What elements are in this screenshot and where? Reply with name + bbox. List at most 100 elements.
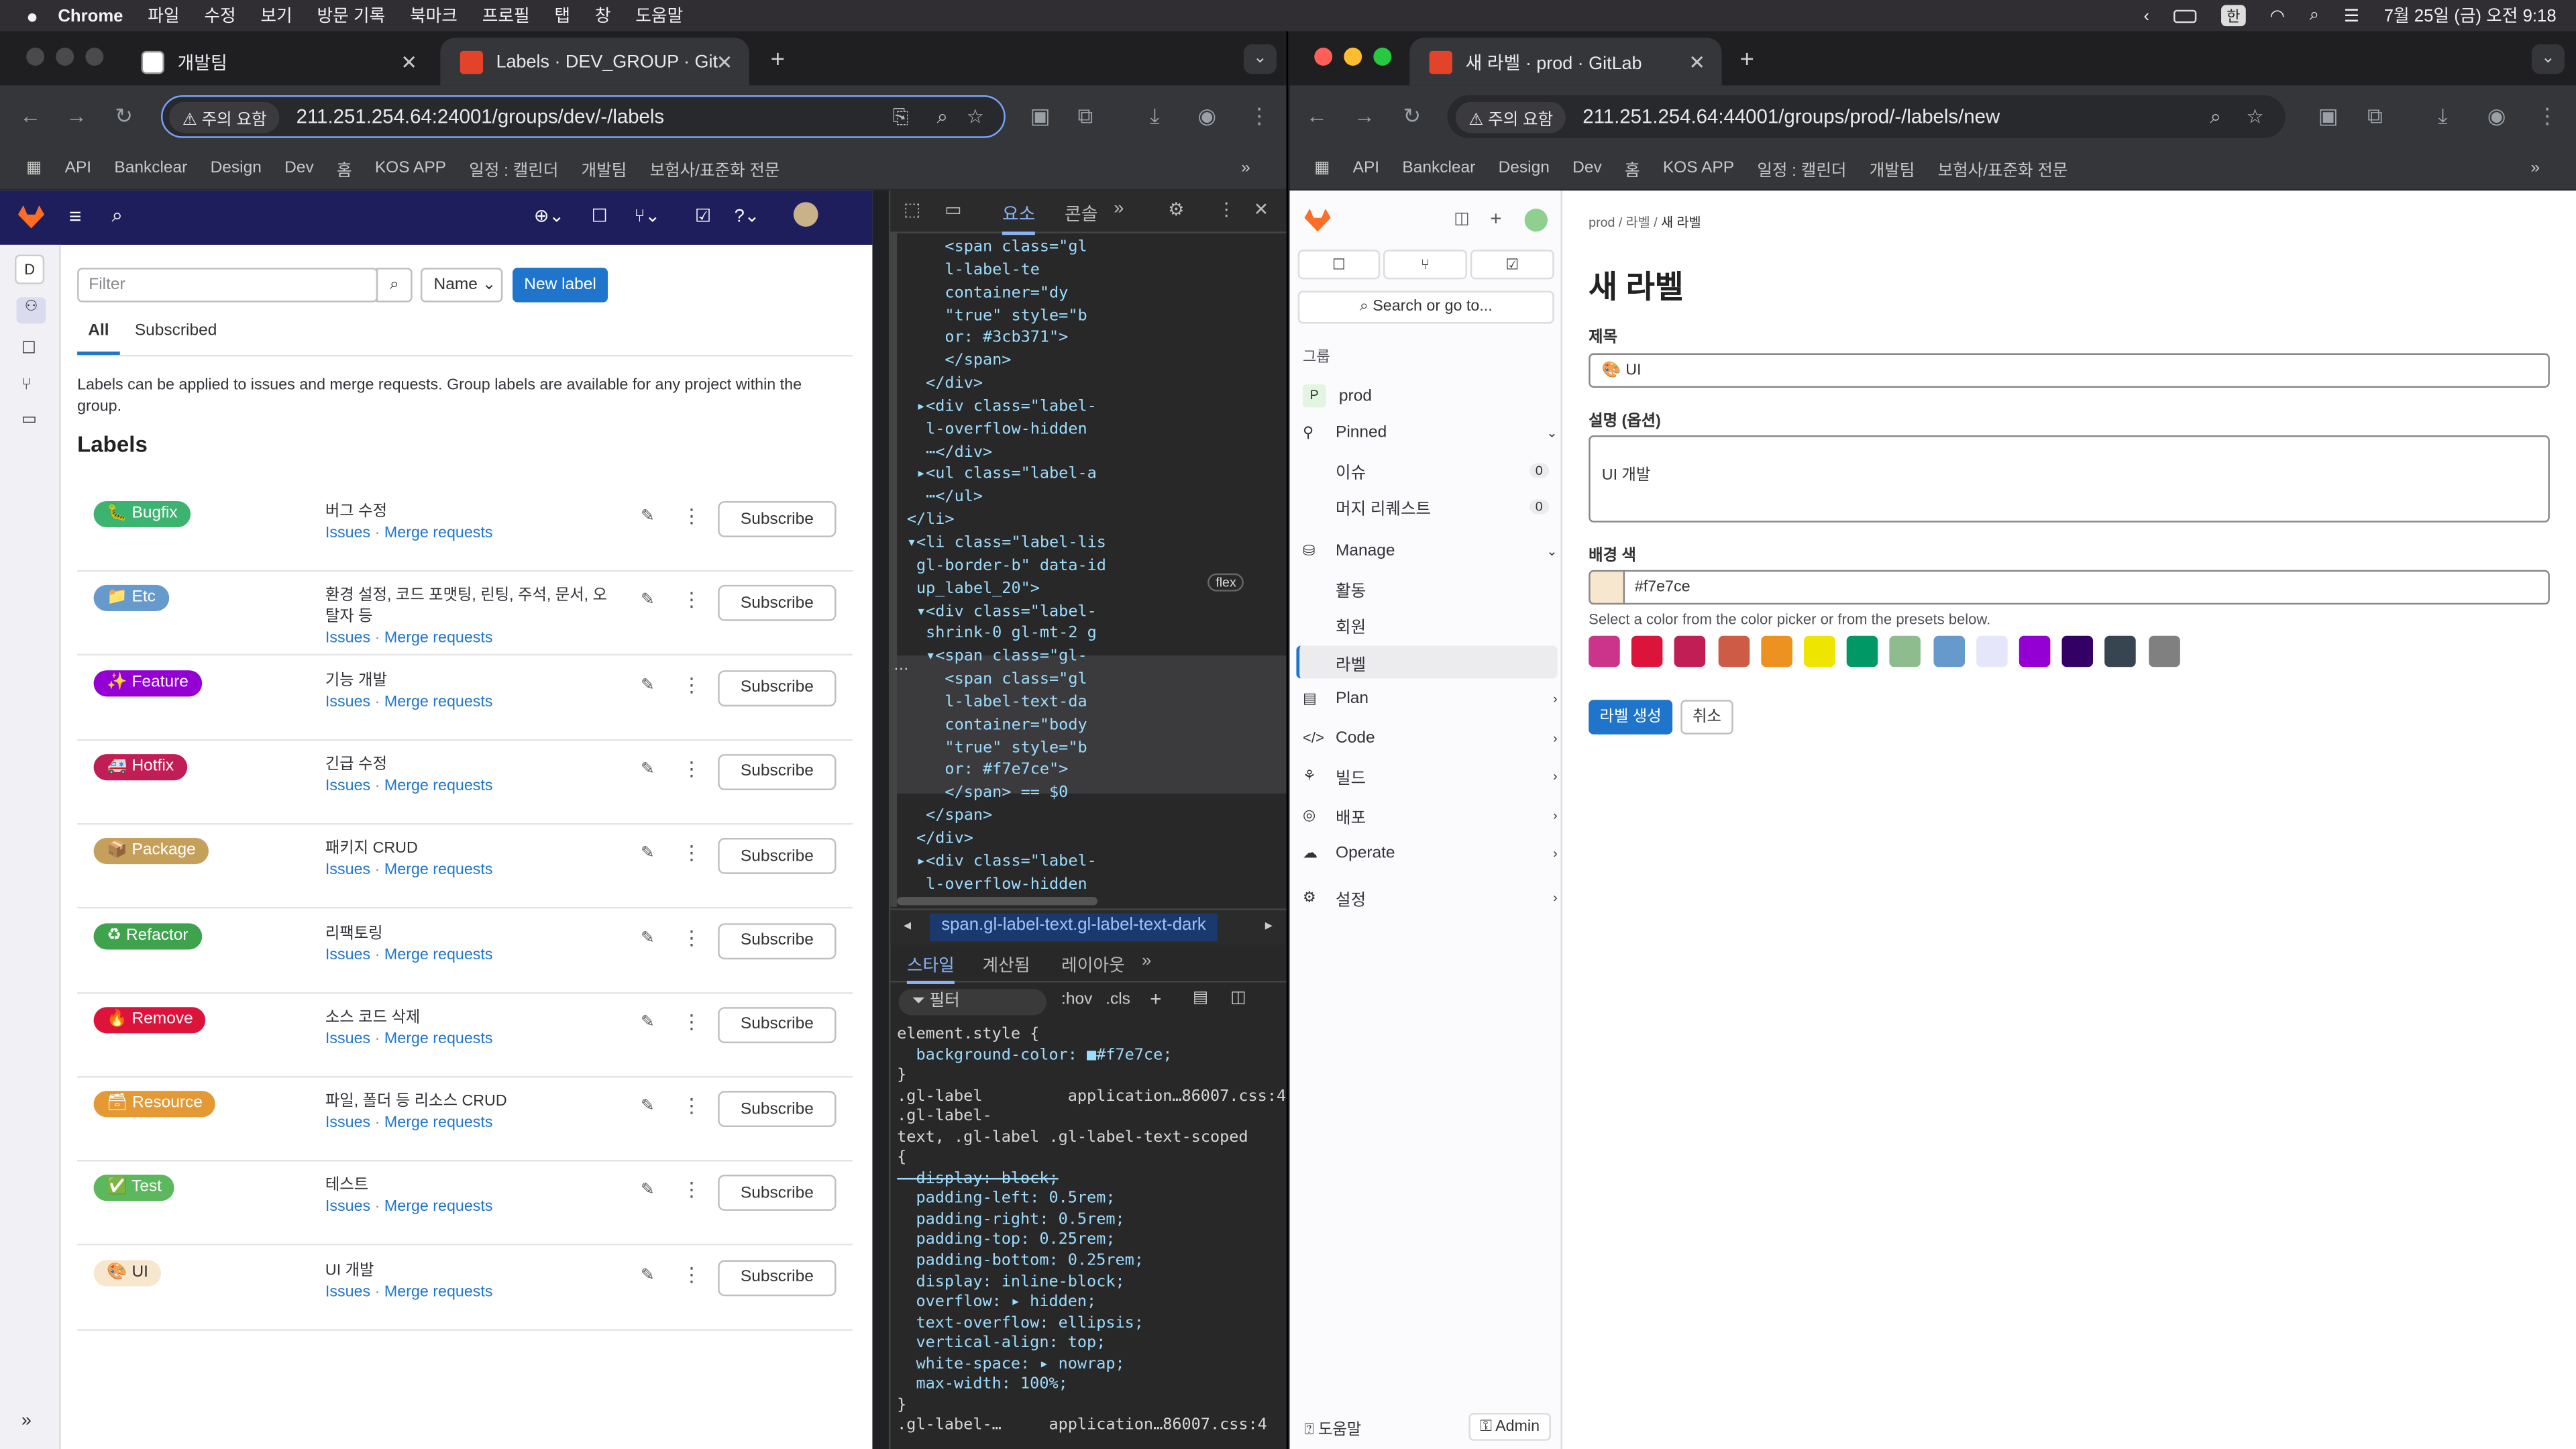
css-line[interactable]: text-overflow: ellipsis; [897, 1313, 1286, 1334]
bookmark-dev[interactable]: Dev [284, 160, 314, 178]
bookmark-kos-app[interactable]: KOS APP [1663, 160, 1734, 178]
merge-requests-icon[interactable]: ⑂⌄ [634, 205, 660, 227]
cancel-button[interactable]: 취소 [1680, 700, 1733, 735]
color-preset-swatch[interactable] [2105, 635, 2137, 667]
chevron-left-icon[interactable]: ‹ [2143, 6, 2149, 25]
extensions-icon[interactable]: ⧉ [1078, 103, 1093, 129]
inspect-icon[interactable]: ⬚ [904, 199, 920, 220]
create-label-button[interactable]: 라벨 생성 [1589, 700, 1673, 735]
subscribe-button[interactable]: Subscribe [718, 500, 837, 537]
new-tab-icon[interactable]: + [1739, 46, 1754, 74]
label-badge[interactable]: 🎨 UI [93, 1259, 162, 1286]
dom-tree[interactable]: <span class="gl l-label-te container="dy… [907, 237, 1285, 897]
more-actions-icon[interactable]: ⋮ [682, 757, 701, 780]
issues-link[interactable]: Issues [325, 524, 370, 542]
devtools-menu-icon[interactable]: ⋮ [1218, 199, 1236, 220]
color-preset-swatch[interactable] [1674, 635, 1707, 667]
dom-line[interactable]: ▾<span class="gl- [907, 646, 1285, 669]
sidebar-manage[interactable]: ⛁ Manage ⌄ [1303, 534, 1558, 567]
admin-button[interactable]: ⚿ Admin [1468, 1413, 1551, 1441]
bookmark-home[interactable]: 홈 [1625, 156, 1640, 180]
devtools-close-icon[interactable]: ✕ [1254, 199, 1269, 220]
create-new-icon[interactable]: + [1490, 207, 1501, 230]
css-line[interactable]: max-width: 100%; [897, 1376, 1286, 1397]
styles-pane[interactable]: element.style { background-color: ■#f7e7… [897, 1025, 1286, 1449]
bookmark-bankclear[interactable]: Bankclear [114, 160, 187, 178]
expand-sidebar-icon[interactable]: » [21, 1411, 32, 1431]
apps-icon[interactable]: ▦ [26, 160, 42, 178]
translate-icon[interactable]: ⎘ [893, 105, 909, 129]
merge-requests-link[interactable]: Merge requests [384, 1198, 493, 1216]
more-icon[interactable]: ⋮ [2536, 103, 2558, 129]
css-line[interactable]: } [897, 1396, 1286, 1417]
css-line[interactable]: { [897, 1149, 1286, 1170]
control-center-icon[interactable]: ☰ [2344, 6, 2359, 25]
wifi-icon[interactable]: ◠ [2270, 6, 2285, 25]
label-badge[interactable]: 🐛 Bugfix [93, 500, 191, 528]
edit-icon[interactable]: ✎ [641, 508, 655, 526]
dom-line[interactable]: ▸<ul class="label-a [907, 464, 1285, 487]
bookmark-design[interactable]: Design [1499, 160, 1550, 178]
issues-link[interactable]: Issues [325, 630, 370, 648]
bookmark-dev-team[interactable]: 개발팀 [1870, 156, 1915, 180]
bookmark-dev[interactable]: Dev [1572, 160, 1602, 178]
subscribe-button[interactable]: Subscribe [718, 1006, 837, 1043]
extensions-icon[interactable]: ⧉ [2367, 103, 2383, 129]
more-icon[interactable]: ⋮ [1248, 103, 1270, 129]
subscribe-button[interactable]: Subscribe [718, 753, 837, 790]
security-warning[interactable]: ⚠ 주의 요함 [169, 101, 280, 133]
more-actions-icon[interactable]: ⋮ [682, 926, 701, 949]
close-window-button[interactable] [26, 48, 45, 66]
more-actions-icon[interactable]: ⋮ [682, 1263, 701, 1286]
dom-line[interactable]: <span class="gl [907, 669, 1285, 692]
search-icon[interactable]: ⌕ [112, 204, 123, 229]
css-line[interactable]: display: inline-block; [897, 1273, 1286, 1293]
menu-window[interactable]: 창 [595, 3, 611, 28]
sort-dropdown[interactable]: Name ⌄ [420, 268, 503, 303]
css-line[interactable]: padding-right: 0.5rem; [897, 1211, 1286, 1232]
menubar-clock[interactable]: 7월 25일 (금) 오전 9:18 [2384, 3, 2557, 28]
sidebar-item-activity[interactable]: 활동 [1336, 572, 1549, 604]
issues-link[interactable]: Issues [325, 1283, 370, 1301]
filter-search-button[interactable]: ⌕ [376, 268, 413, 303]
styles-filter-input[interactable]: ⏷ 필터 [898, 989, 1047, 1016]
menu-history[interactable]: 방문 기록 [317, 3, 385, 28]
bookmark-calendar[interactable]: 일정 : 캘린더 [1757, 156, 1846, 180]
css-line[interactable]: .gl-label- [897, 1108, 1286, 1128]
color-hex-input[interactable]: #f7e7ce [1623, 570, 2550, 605]
dom-line[interactable]: </span> [907, 350, 1285, 373]
dom-line[interactable]: ▾<div class="label- [907, 600, 1285, 623]
css-line[interactable]: white-space: ▸ nowrap; [897, 1355, 1286, 1376]
label-badge[interactable]: 🚑 Hotfix [93, 753, 187, 781]
download-icon[interactable]: ⤓ [2438, 103, 2447, 129]
label-badge[interactable]: ✨ Feature [93, 669, 202, 696]
new-label-button[interactable]: New label [513, 268, 608, 303]
sidebar-code[interactable]: </> Code › [1303, 721, 1558, 754]
label-badge[interactable]: 🔥 Remove [93, 1006, 207, 1033]
dom-line[interactable]: ▸<div class="label- [907, 851, 1285, 873]
profile-icon[interactable]: ◉ [2487, 103, 2506, 129]
label-badge[interactable]: ♻ Refactor [93, 922, 202, 949]
profile-icon[interactable]: ◉ [1197, 103, 1216, 129]
issues-shortcut-button[interactable]: ☐ [1297, 250, 1381, 280]
color-preset-swatch[interactable] [1933, 635, 1965, 667]
label-badge[interactable]: 📦 Package [93, 838, 209, 865]
sidebar-plan[interactable]: ▤ Plan › [1303, 682, 1558, 714]
reload-icon[interactable]: ↻ [115, 103, 133, 129]
color-preset-swatch[interactable] [1847, 635, 1878, 667]
bookmark-api[interactable]: API [1353, 160, 1379, 178]
menu-bookmarks[interactable]: 북마크 [410, 3, 458, 28]
breadcrumb-node[interactable]: span.gl-label-text.gl-label-text-dark [930, 913, 1218, 942]
merge-requests-link[interactable]: Merge requests [384, 692, 493, 710]
zoom-icon[interactable]: ⌕ [2210, 105, 2221, 129]
devtools-scrollbar[interactable] [890, 233, 898, 907]
download-icon[interactable]: ⤓ [1150, 103, 1159, 129]
menu-file[interactable]: 파일 [148, 3, 179, 28]
css-line[interactable]: padding-bottom: 0.25rem; [897, 1252, 1286, 1273]
tab-search-icon[interactable]: ⌄ [1243, 44, 1277, 74]
todo-icon[interactable]: ☑ [695, 205, 711, 227]
color-preset-swatch[interactable] [2019, 635, 2051, 667]
title-input[interactable]: 🎨 UI [1589, 353, 2550, 388]
more-actions-icon[interactable]: ⋮ [682, 504, 701, 527]
merge-shortcut-button[interactable]: ⑂ [1383, 250, 1467, 280]
